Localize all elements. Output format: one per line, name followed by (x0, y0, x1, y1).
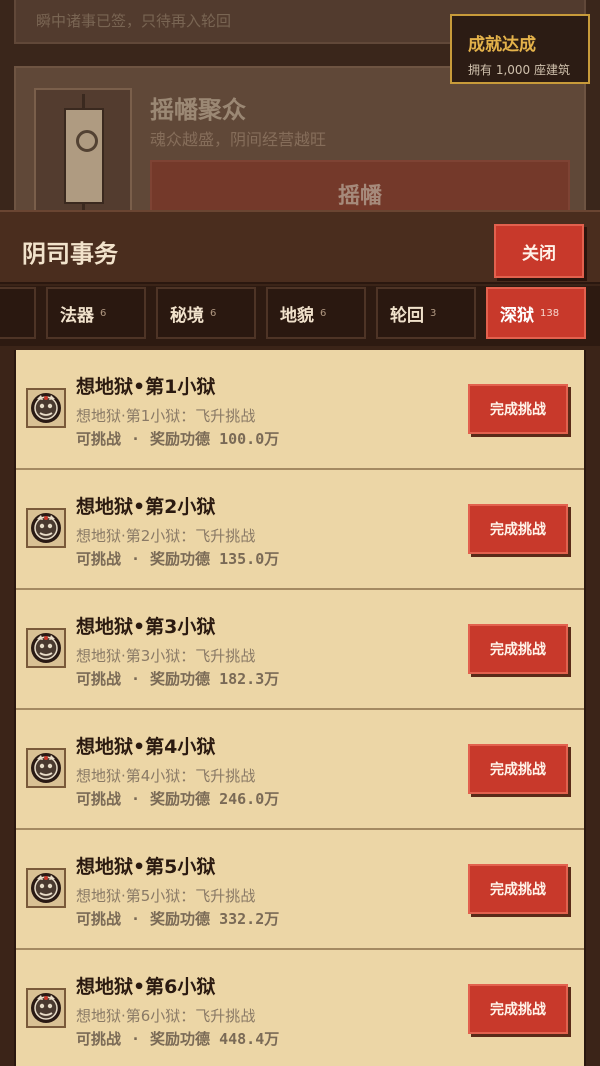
tab-lunhui[interactable]: 轮回 3 (376, 287, 476, 339)
background-card-title: 摇幡聚众 (150, 96, 246, 124)
complete-challenge-button[interactable]: 完成挑战 (468, 984, 568, 1034)
achievement-title: 成就达成 (468, 35, 536, 55)
challenge-row: 想地狱•第6小狱 想地狱·第6小狱：飞升挑战 可挑战 · 奖励功德 448.4万 完… (16, 950, 584, 1066)
complete-challenge-button[interactable]: 完成挑战 (468, 864, 568, 914)
status-text: 可挑战 (76, 1030, 122, 1048)
challenge-row: 想地狱•第4小狱 想地狱·第4小狱：飞升挑战 可挑战 · 奖励功德 246.0万 完… (16, 710, 584, 830)
reward-label: 奖励功德 (150, 790, 211, 808)
challenge-status: 可挑战 · 奖励功德 135.0万 (76, 550, 280, 568)
reward-label: 奖励功德 (150, 670, 211, 688)
tab-label: 秘境 (170, 305, 204, 326)
reward-label: 奖励功德 (150, 550, 211, 568)
status-text: 可挑战 (76, 550, 122, 568)
background-card-button-label: 摇幡 (337, 184, 382, 209)
challenge-title: 想地狱•第6小狱 (76, 976, 216, 998)
challenge-description: 想地狱·第4小狱：飞升挑战 (76, 767, 256, 785)
status-text: 可挑战 (76, 790, 122, 808)
challenge-status: 可挑战 · 奖励功德 182.3万 (76, 670, 280, 688)
tab-bar: 法器 6 秘境 6 地貌 6 轮回 3 深狱 138 (0, 286, 600, 346)
achievement-toast: 成就达成 拥有 1,000 座建筑 (450, 14, 590, 84)
challenge-description: 想地狱·第6小狱：飞升挑战 (76, 1007, 256, 1025)
demon-face-icon (26, 508, 66, 548)
challenge-title: 想地狱•第2小狱 (76, 496, 216, 518)
challenge-row: 想地狱•第2小狱 想地狱·第2小狱：飞升挑战 可挑战 · 奖励功德 135.0万 完… (16, 470, 584, 590)
challenge-description: 想地狱·第2小狱：飞升挑战 (76, 527, 256, 545)
challenge-description: 想地狱·第3小狱：飞升挑战 (76, 647, 256, 665)
challenge-row: 想地狱•第1小狱 想地狱·第1小狱：飞升挑战 可挑战 · 奖励功德 100.0万 完… (16, 350, 584, 470)
challenge-row: 想地狱•第5小狱 想地狱·第5小狱：飞升挑战 可挑战 · 奖励功德 332.2万 完… (16, 830, 584, 950)
close-button[interactable]: 关闭 (494, 224, 584, 278)
tab-dimao[interactable]: 地貌 6 (266, 287, 366, 339)
affairs-panel: 阴司事务 关闭 法器 6 秘境 6 地貌 6 轮回 3 深狱 138 想地狱•第… (0, 210, 600, 1066)
challenge-status: 可挑战 · 奖励功德 100.0万 (76, 430, 280, 448)
status-text: 可挑战 (76, 910, 122, 928)
challenge-title: 想地狱•第5小狱 (76, 856, 216, 878)
challenge-description: 想地狱·第5小狱：飞升挑战 (76, 887, 256, 905)
reward-value: 332.2万 (219, 910, 280, 928)
reward-value: 100.0万 (219, 430, 280, 448)
tab-label: 法器 (60, 305, 94, 326)
reward-label: 奖励功德 (150, 1030, 211, 1048)
demon-face-icon (26, 868, 66, 908)
background-card-subtitle: 魂众越盛，阴间经营越旺 (150, 130, 327, 149)
reward-value: 246.0万 (219, 790, 280, 808)
status-text: 可挑战 (76, 430, 122, 448)
complete-challenge-button[interactable]: 完成挑战 (468, 744, 568, 794)
banner-icon (34, 88, 132, 218)
achievement-subtitle: 拥有 1,000 座建筑 (468, 63, 570, 77)
panel-header: 阴司事务 关闭 (0, 210, 600, 284)
challenge-title: 想地狱•第1小狱 (76, 376, 216, 398)
challenge-description: 想地狱·第1小狱：飞升挑战 (76, 407, 256, 425)
tab-count: 6 (100, 307, 107, 319)
demon-face-icon (26, 988, 66, 1028)
demon-face-icon (26, 388, 66, 428)
tab-count: 3 (430, 307, 437, 319)
reward-value: 182.3万 (219, 670, 280, 688)
tab-label: 地貌 (280, 305, 314, 326)
tab-count: 138 (540, 307, 560, 319)
status-text: 可挑战 (76, 670, 122, 688)
tab-label: 轮回 (390, 305, 424, 326)
challenge-list[interactable]: 想地狱•第1小狱 想地狱·第1小狱：飞升挑战 可挑战 · 奖励功德 100.0万 完… (14, 350, 586, 1066)
background-top-text: 瞬中诸事已签，只待再入轮回 (36, 12, 232, 30)
reward-value: 448.4万 (219, 1030, 280, 1048)
reward-value: 135.0万 (219, 550, 280, 568)
tab-count: 6 (320, 307, 327, 319)
complete-challenge-button[interactable]: 完成挑战 (468, 384, 568, 434)
challenge-status: 可挑战 · 奖励功德 246.0万 (76, 790, 280, 808)
challenge-status: 可挑战 · 奖励功德 448.4万 (76, 1030, 280, 1048)
challenge-title: 想地狱•第4小狱 (76, 736, 216, 758)
reward-label: 奖励功德 (150, 910, 211, 928)
challenge-title: 想地狱•第3小狱 (76, 616, 216, 638)
tab-shenyu[interactable]: 深狱 138 (486, 287, 586, 339)
tab-partial-left[interactable] (0, 287, 36, 339)
complete-challenge-button[interactable]: 完成挑战 (468, 624, 568, 674)
challenge-status: 可挑战 · 奖励功德 332.2万 (76, 910, 280, 928)
challenge-row: 想地狱•第3小狱 想地狱·第3小狱：飞升挑战 可挑战 · 奖励功德 182.3万 完… (16, 590, 584, 710)
tab-faqi[interactable]: 法器 6 (46, 287, 146, 339)
panel-title: 阴司事务 (22, 240, 118, 268)
demon-face-icon (26, 628, 66, 668)
tab-mijing[interactable]: 秘境 6 (156, 287, 256, 339)
demon-face-icon (26, 748, 66, 788)
reward-label: 奖励功德 (150, 430, 211, 448)
tab-label: 深狱 (500, 305, 534, 326)
tab-count: 6 (210, 307, 217, 319)
complete-challenge-button[interactable]: 完成挑战 (468, 504, 568, 554)
